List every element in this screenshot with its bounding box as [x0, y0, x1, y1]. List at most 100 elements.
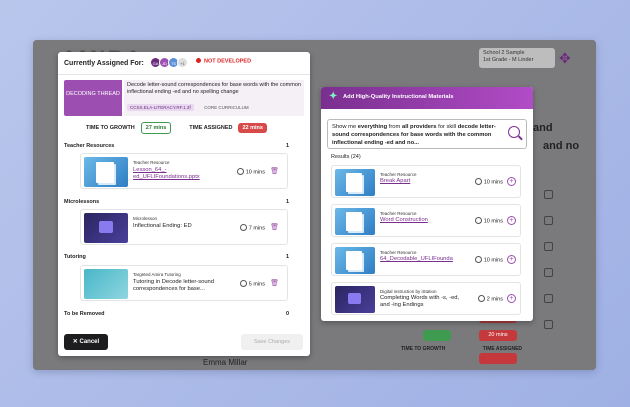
grade-name: 1st Grade - M Linder — [483, 57, 534, 63]
status-badge: NOT DEVELOPED — [196, 58, 251, 65]
resource-type: Teacher Resource — [380, 172, 417, 177]
document-thumbnail — [335, 208, 375, 235]
row-checkbox[interactable] — [544, 190, 553, 199]
result-card[interactable]: Teacher Resource Word Construction 10 mi… — [331, 204, 521, 237]
clock-icon — [474, 256, 482, 263]
tutor-thumbnail — [84, 269, 128, 299]
time-to-growth-label: TIME TO GROWTH — [86, 125, 135, 131]
time-assigned-value: 22 mins — [238, 123, 267, 133]
bg-student-row[interactable]: Emma Millar — [203, 358, 247, 367]
add-plus-icon[interactable]: + — [507, 294, 516, 303]
resource-title: Tutoring in Decode letter-sound correspo… — [133, 279, 214, 292]
bg-assigned-pill: 20 mins — [479, 330, 517, 341]
result-card[interactable]: Teacher Resource 64_Decodable_UFLIFounda… — [331, 243, 521, 276]
section-count: 0 — [285, 311, 289, 317]
resource-card[interactable]: Teacher Resource Lesson_64_-ed_UFLIFound… — [80, 153, 288, 189]
document-thumbnail — [335, 247, 375, 274]
modal-title: Currently Assigned For: — [64, 60, 144, 67]
clock-icon — [236, 168, 244, 175]
modal-header: ✦ Add High-Quality Instructional Materia… — [321, 87, 533, 109]
row-checkbox[interactable] — [544, 268, 553, 277]
section-title-to-be-removed: To be Removed — [64, 311, 105, 317]
resource-link[interactable]: 64_Decodable_UFLIFounda — [380, 256, 466, 263]
assigned-avatars[interactable]: GA JD TS +1 — [150, 57, 188, 68]
row-checkbox[interactable] — [544, 320, 553, 329]
add-plus-icon[interactable]: + — [507, 216, 516, 225]
clock-icon — [477, 295, 485, 302]
avatar-more[interactable]: +1 — [177, 57, 188, 68]
resource-type: Teacher Resource — [133, 160, 170, 165]
save-changes-button[interactable]: Save Changes — [241, 334, 303, 350]
trash-icon[interactable]: 🗑 — [270, 223, 279, 231]
resource-title: Completing Words with -s, -ed, and -ing … — [380, 295, 460, 308]
clock-icon — [239, 224, 247, 231]
bg-heading-text-2: and no — [543, 140, 580, 152]
resource-type: Targeted Amira Tutoring — [133, 272, 181, 277]
results-count: Results (24) — [331, 154, 361, 160]
bg-label-growth: TIME TO GROWTH — [401, 346, 446, 352]
document-thumbnail — [335, 169, 375, 196]
resource-link[interactable]: Break Apart — [380, 178, 466, 185]
thread-description: Decode letter-sound correspondences for … — [124, 80, 304, 116]
search-icon[interactable] — [508, 126, 520, 138]
resource-duration: 7 mins — [239, 224, 265, 232]
time-assigned-label: TIME ASSIGNED — [189, 125, 233, 131]
clock-icon — [474, 217, 482, 224]
divider — [58, 74, 310, 75]
school-selector[interactable]: School 2 Sample 1st Grade - M Linder — [479, 48, 555, 68]
resource-link[interactable]: Lesson_64_-ed_UFLIFoundations.pptx — [133, 167, 225, 181]
trash-icon[interactable]: 🗑 — [270, 167, 279, 175]
time-row: TIME TO GROWTH 27 mins TIME ASSIGNED 22 … — [64, 120, 304, 136]
core-curriculum-label: CORE CURRICULUM — [204, 105, 249, 110]
row-checkbox[interactable] — [544, 294, 553, 303]
bg-column-labels: TIME TO GROWTH TIME ASSIGNED — [401, 346, 558, 352]
resource-duration: 2 mins — [477, 295, 503, 303]
add-materials-modal: ✦ Add High-Quality Instructional Materia… — [321, 87, 533, 321]
bg-growth-pill — [423, 330, 451, 341]
bg-assigned-pill-2 — [479, 353, 517, 364]
result-card[interactable]: Teacher Resource Break Apart 10 mins + — [331, 165, 521, 198]
resource-type: Teacher Resource — [380, 250, 417, 255]
clock-icon — [474, 178, 482, 185]
section-title-microlessons: Microlessons — [64, 199, 100, 205]
section-count: 1 — [285, 254, 289, 260]
bg-label-assigned: TIME ASSIGNED — [482, 346, 523, 352]
section-count: 1 — [285, 199, 289, 205]
cancel-button[interactable]: ✕ Cancel — [64, 334, 108, 350]
resource-duration: 10 mins — [236, 168, 265, 176]
resource-type: Microlesson — [133, 216, 158, 221]
add-plus-icon[interactable]: + — [507, 177, 516, 186]
resource-link[interactable]: Word Construction — [380, 217, 466, 224]
standard-tag: CCSS.ELA-LITERACY.RF.1.3f — [127, 104, 194, 111]
resource-duration: 10 mins — [474, 178, 503, 186]
resource-type: Teacher Resource — [380, 211, 417, 216]
search-input[interactable]: Show me everything from all providers fo… — [327, 119, 527, 149]
modal-title: Add High-Quality Instructional Materials — [343, 94, 454, 100]
time-to-growth-value: 27 mins — [140, 122, 172, 134]
resource-title: Inflectional Ending: ED — [133, 223, 192, 229]
section-title-tutoring: Tutoring — [64, 254, 86, 260]
resource-duration: 5 mins — [239, 280, 265, 288]
apps-grid-icon[interactable]: ✥ — [559, 50, 571, 67]
resource-type: Digital instruction by iStation — [380, 289, 437, 294]
bg-heading-text: and — [533, 122, 553, 134]
section-title-teacher-resources: Teacher Resources — [64, 143, 115, 149]
document-thumbnail — [84, 157, 128, 187]
skill-text: Decode letter-sound correspondences for … — [127, 82, 301, 95]
bg-checkbox-column — [538, 190, 568, 346]
result-card[interactable]: Digital instruction by iStation Completi… — [331, 282, 521, 315]
resource-duration: 10 mins — [474, 256, 503, 264]
video-thumbnail — [335, 286, 375, 313]
resource-card[interactable]: Microlesson Inflectional Ending: ED 7 mi… — [80, 209, 288, 245]
row-checkbox[interactable] — [544, 216, 553, 225]
thread-label: DECODING THREAD — [64, 80, 122, 116]
trash-icon[interactable]: 🗑 — [270, 279, 279, 287]
school-name: School 2 Sample — [483, 50, 525, 56]
add-plus-icon[interactable]: + — [507, 255, 516, 264]
row-checkbox[interactable] — [544, 242, 553, 251]
clock-icon — [239, 280, 247, 287]
resource-card[interactable]: Targeted Amira Tutoring Tutoring in Deco… — [80, 265, 288, 301]
sparkle-icon: ✦ — [329, 91, 338, 102]
video-thumbnail — [84, 213, 128, 243]
assignment-modal: Currently Assigned For: GA JD TS +1 NOT … — [58, 52, 310, 356]
